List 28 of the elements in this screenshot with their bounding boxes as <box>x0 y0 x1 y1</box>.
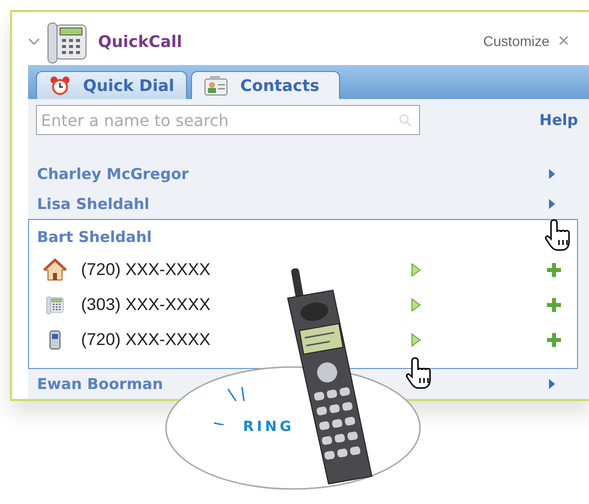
alarm-clock-icon <box>49 74 71 96</box>
collapse-chevron-icon[interactable] <box>28 38 40 46</box>
phone-number: (303) XXX-XXXX <box>81 294 212 316</box>
expand-arrow-icon[interactable] <box>549 169 555 179</box>
contact-card-icon <box>204 74 228 96</box>
add-plus-icon[interactable] <box>547 332 561 346</box>
contact-name[interactable]: Charley McGregor <box>37 162 189 186</box>
house-icon <box>43 258 67 282</box>
phone-number: (720) XXX-XXXX <box>81 258 212 281</box>
expand-arrow-icon[interactable] <box>549 379 555 389</box>
phone-number: (720) XXX-XXXX <box>81 328 212 351</box>
call-play-icon[interactable] <box>411 262 421 276</box>
search-field[interactable]: Enter a name to search <box>36 105 420 135</box>
call-play-icon[interactable] <box>411 332 421 346</box>
close-button[interactable]: ✕ <box>557 30 570 53</box>
contact-name[interactable]: Lisa Sheldahl <box>37 192 150 216</box>
add-plus-icon[interactable] <box>547 262 561 276</box>
add-plus-icon[interactable] <box>547 298 561 312</box>
ring-label: RING <box>243 418 294 437</box>
customize-link[interactable]: Customize <box>483 31 550 52</box>
tab[interactable]: Quick Dial <box>36 71 188 99</box>
call-play-icon[interactable] <box>411 298 421 312</box>
mobile-phone-icon <box>49 330 61 350</box>
help-link[interactable]: Help <box>539 108 578 132</box>
tab[interactable]: Contacts <box>191 71 340 99</box>
expand-arrow-icon[interactable] <box>549 199 555 209</box>
contact-name[interactable]: Ewan Boorman <box>37 372 163 396</box>
widget-title: QuickCall <box>98 30 182 52</box>
